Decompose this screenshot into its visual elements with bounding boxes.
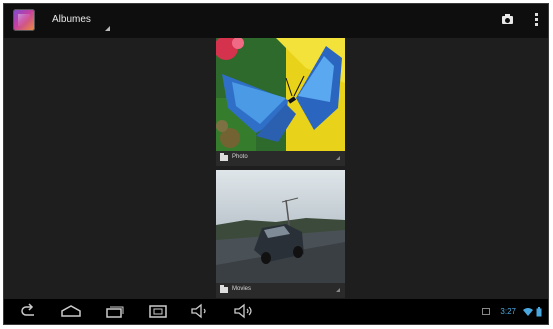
album-thumbnail [216, 38, 345, 151]
gallery-screen: Albumes Photo Movies 3:27 [3, 3, 549, 325]
system-navigation-bar: 3:27 [4, 299, 548, 324]
status-clock: 3:27 [500, 307, 516, 316]
album-tile-photo[interactable]: Photo [216, 38, 345, 166]
volume-down-icon[interactable] [190, 303, 210, 319]
album-label: Movies [232, 286, 252, 292]
album-view-spinner[interactable]: Albumes [48, 4, 114, 38]
home-icon[interactable] [60, 303, 82, 319]
album-caption: Photo [216, 151, 345, 166]
screenshot-icon[interactable] [148, 303, 168, 319]
folder-icon [220, 285, 228, 293]
album-grid: Photo Movies [4, 38, 548, 301]
back-icon[interactable] [18, 303, 38, 319]
album-label: Photo [232, 154, 248, 160]
album-tile-movies[interactable]: Movies [216, 170, 345, 298]
notification-icon [482, 308, 490, 315]
folder-icon [220, 153, 228, 161]
action-bar: Albumes [4, 4, 548, 38]
album-caption: Movies [216, 283, 345, 298]
battery-icon [536, 307, 542, 317]
page-title: Albumes [52, 14, 91, 25]
corner-indicator-icon [336, 288, 340, 292]
camera-icon[interactable] [500, 12, 516, 28]
gallery-icon[interactable] [13, 9, 35, 31]
spinner-indicator-icon [105, 26, 110, 31]
recent-apps-icon[interactable] [104, 303, 126, 319]
status-area[interactable]: 3:27 [482, 305, 542, 319]
corner-indicator-icon [336, 156, 340, 160]
overflow-menu-icon[interactable] [533, 13, 539, 29]
album-thumbnail [216, 170, 345, 283]
wifi-icon [523, 308, 533, 316]
volume-up-icon[interactable] [233, 303, 255, 319]
